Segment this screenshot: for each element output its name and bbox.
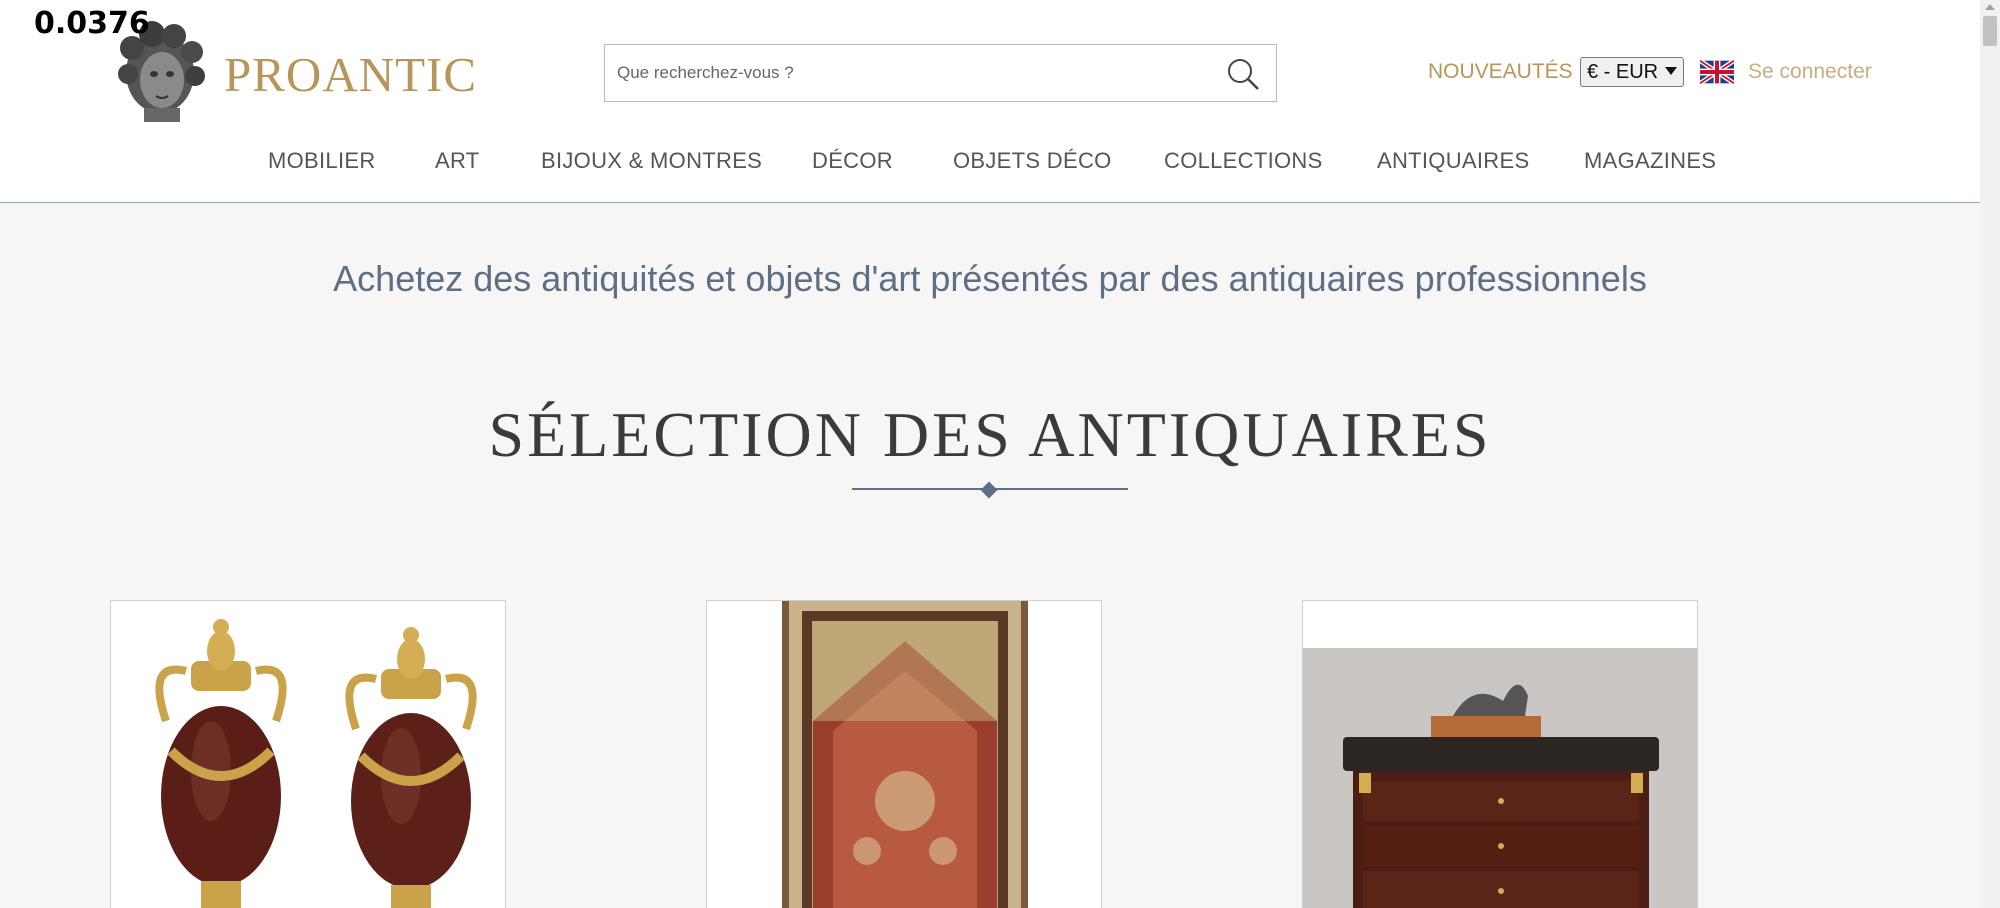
new-arrivals-link[interactable]: NOUVEAUTÉS: [1428, 60, 1573, 84]
vertical-scrollbar[interactable]: [1980, 0, 2000, 908]
main-nav: MOBILIER ART BIJOUX & MONTRES DÉCOR OBJE…: [0, 148, 1980, 182]
commode-image[interactable]: [1303, 601, 1698, 908]
overlay-number: 0.0376: [34, 6, 150, 41]
nav-item-mobilier[interactable]: MOBILIER: [268, 148, 376, 174]
scroll-up-icon[interactable]: [1985, 4, 1995, 10]
nav-item-objets-deco[interactable]: OBJETS DÉCO: [953, 148, 1112, 174]
login-link[interactable]: Se connecter: [1748, 60, 1872, 84]
divider-diamond-icon: [980, 481, 998, 499]
nav-item-antiquaires[interactable]: ANTIQUAIRES: [1377, 148, 1529, 174]
search-icon[interactable]: [1226, 57, 1260, 91]
nav-item-collections[interactable]: COLLECTIONS: [1164, 148, 1323, 174]
search-bar: [604, 44, 1277, 102]
search-input[interactable]: [617, 45, 1197, 101]
currency-select[interactable]: € - EUR: [1580, 57, 1684, 87]
section-title: SÉLECTION DES ANTIQUAIRES: [488, 399, 1492, 470]
scroll-thumb[interactable]: [1983, 16, 1997, 46]
nav-item-magazines[interactable]: MAGAZINES: [1584, 148, 1716, 174]
uk-flag-icon[interactable]: [1700, 60, 1734, 84]
site-header: PROANTIC NOUVEAUTÉS € - EUR Se connecter…: [0, 0, 1980, 203]
page-tagline: Achetez des antiquités et objets d'art p…: [333, 258, 1647, 299]
brand-name[interactable]: PROANTIC: [224, 46, 477, 103]
chevron-down-icon: [1665, 67, 1677, 75]
nav-item-bijoux-montres[interactable]: BIJOUX & MONTRES: [541, 148, 762, 174]
nav-item-art[interactable]: ART: [435, 148, 480, 174]
product-card[interactable]: [110, 600, 506, 908]
currency-selected-value: € - EUR: [1587, 61, 1659, 83]
nav-item-decor[interactable]: DÉCOR: [812, 148, 893, 174]
product-card[interactable]: [706, 600, 1102, 908]
rug-image[interactable]: [707, 601, 1102, 908]
vases-image[interactable]: [111, 601, 506, 908]
product-card[interactable]: [1302, 600, 1698, 908]
